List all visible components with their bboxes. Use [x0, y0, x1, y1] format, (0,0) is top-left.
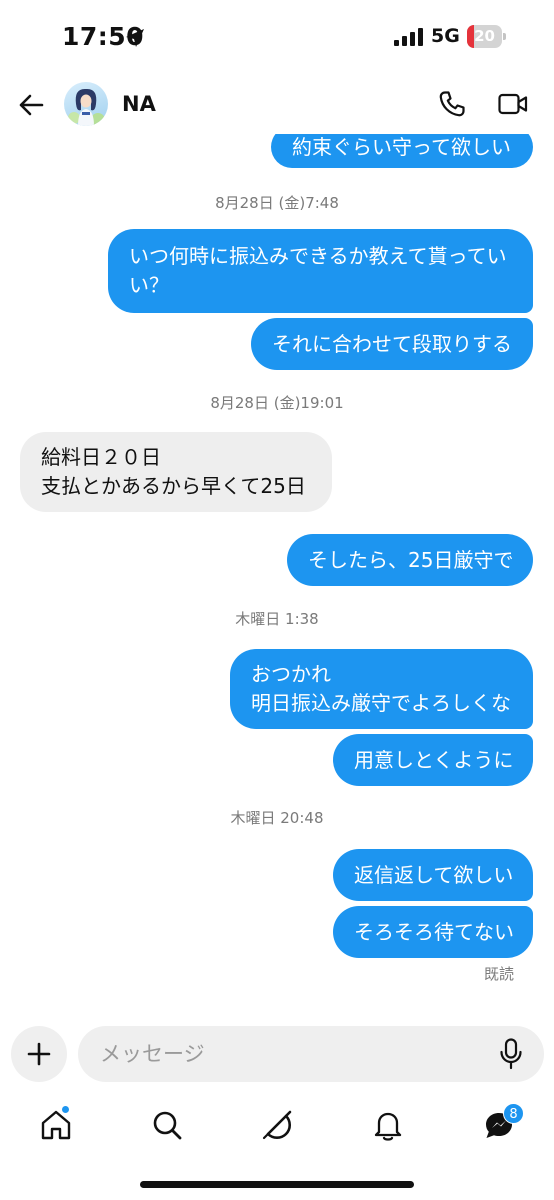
- search-icon[interactable]: [150, 1108, 184, 1142]
- back-arrow-icon[interactable]: [16, 90, 46, 120]
- message-outgoing[interactable]: そろそろ待てない: [333, 906, 533, 958]
- home-notification-dot: [61, 1105, 70, 1114]
- grok-icon[interactable]: [260, 1108, 294, 1142]
- home-indicator[interactable]: [140, 1181, 414, 1188]
- chat-header: NA: [0, 76, 554, 134]
- message-outgoing[interactable]: いつ何時に振込みできるか教えて貰ってい い？: [108, 229, 533, 313]
- message-field[interactable]: [78, 1026, 544, 1082]
- message-outgoing[interactable]: それに合わせて段取りする: [251, 318, 533, 370]
- messages-count-badge: 8: [503, 1103, 524, 1124]
- bottom-tab-bar: [0, 1096, 554, 1156]
- message-input[interactable]: [100, 1026, 490, 1082]
- microphone-icon[interactable]: [498, 1038, 524, 1070]
- message-timestamp: 8月28日 (金)19:01: [210, 394, 344, 412]
- add-attachment-button[interactable]: [11, 1026, 67, 1082]
- battery-percent: 20: [474, 27, 495, 45]
- plus-icon: [27, 1042, 51, 1066]
- message-outgoing[interactable]: おつかれ 明日振込み厳守でよろしくな: [230, 649, 533, 729]
- message-incoming[interactable]: 給料日２０日 支払とかあるから早くて25日: [20, 432, 332, 512]
- message-outgoing[interactable]: 用意しとくように: [333, 734, 533, 786]
- message-timestamp: 木曜日 20:48: [230, 809, 324, 827]
- battery-icon: 20: [467, 25, 506, 48]
- location-arrow-icon: [126, 29, 144, 47]
- chat-screen: 17:50 5G 20 NA 約束ぐらい守って欲しい 8月28日 (金)7:48…: [0, 0, 554, 1200]
- read-receipt: 既読: [483, 965, 514, 983]
- status-bar: 17:50 5G 20: [0, 0, 554, 76]
- contact-name[interactable]: NA: [122, 92, 156, 116]
- notifications-bell-icon[interactable]: [371, 1108, 405, 1142]
- message-list[interactable]: 約束ぐらい守って欲しい 8月28日 (金)7:48 いつ何時に振込みできるか教え…: [0, 134, 554, 1016]
- message-outgoing[interactable]: そしたら、25日厳守で: [287, 534, 533, 586]
- message-outgoing[interactable]: 返信返して欲しい: [333, 849, 533, 901]
- message-timestamp: 8月28日 (金)7:48: [215, 194, 339, 212]
- network-type: 5G: [431, 25, 460, 47]
- phone-icon[interactable]: [438, 90, 466, 118]
- message-composer: [0, 1026, 554, 1086]
- cellular-signal-icon: [394, 28, 423, 46]
- contact-avatar[interactable]: [64, 82, 108, 126]
- message-outgoing[interactable]: 約束ぐらい守って欲しい: [271, 134, 533, 168]
- video-camera-icon[interactable]: [498, 92, 528, 116]
- message-timestamp: 木曜日 1:38: [235, 610, 319, 628]
